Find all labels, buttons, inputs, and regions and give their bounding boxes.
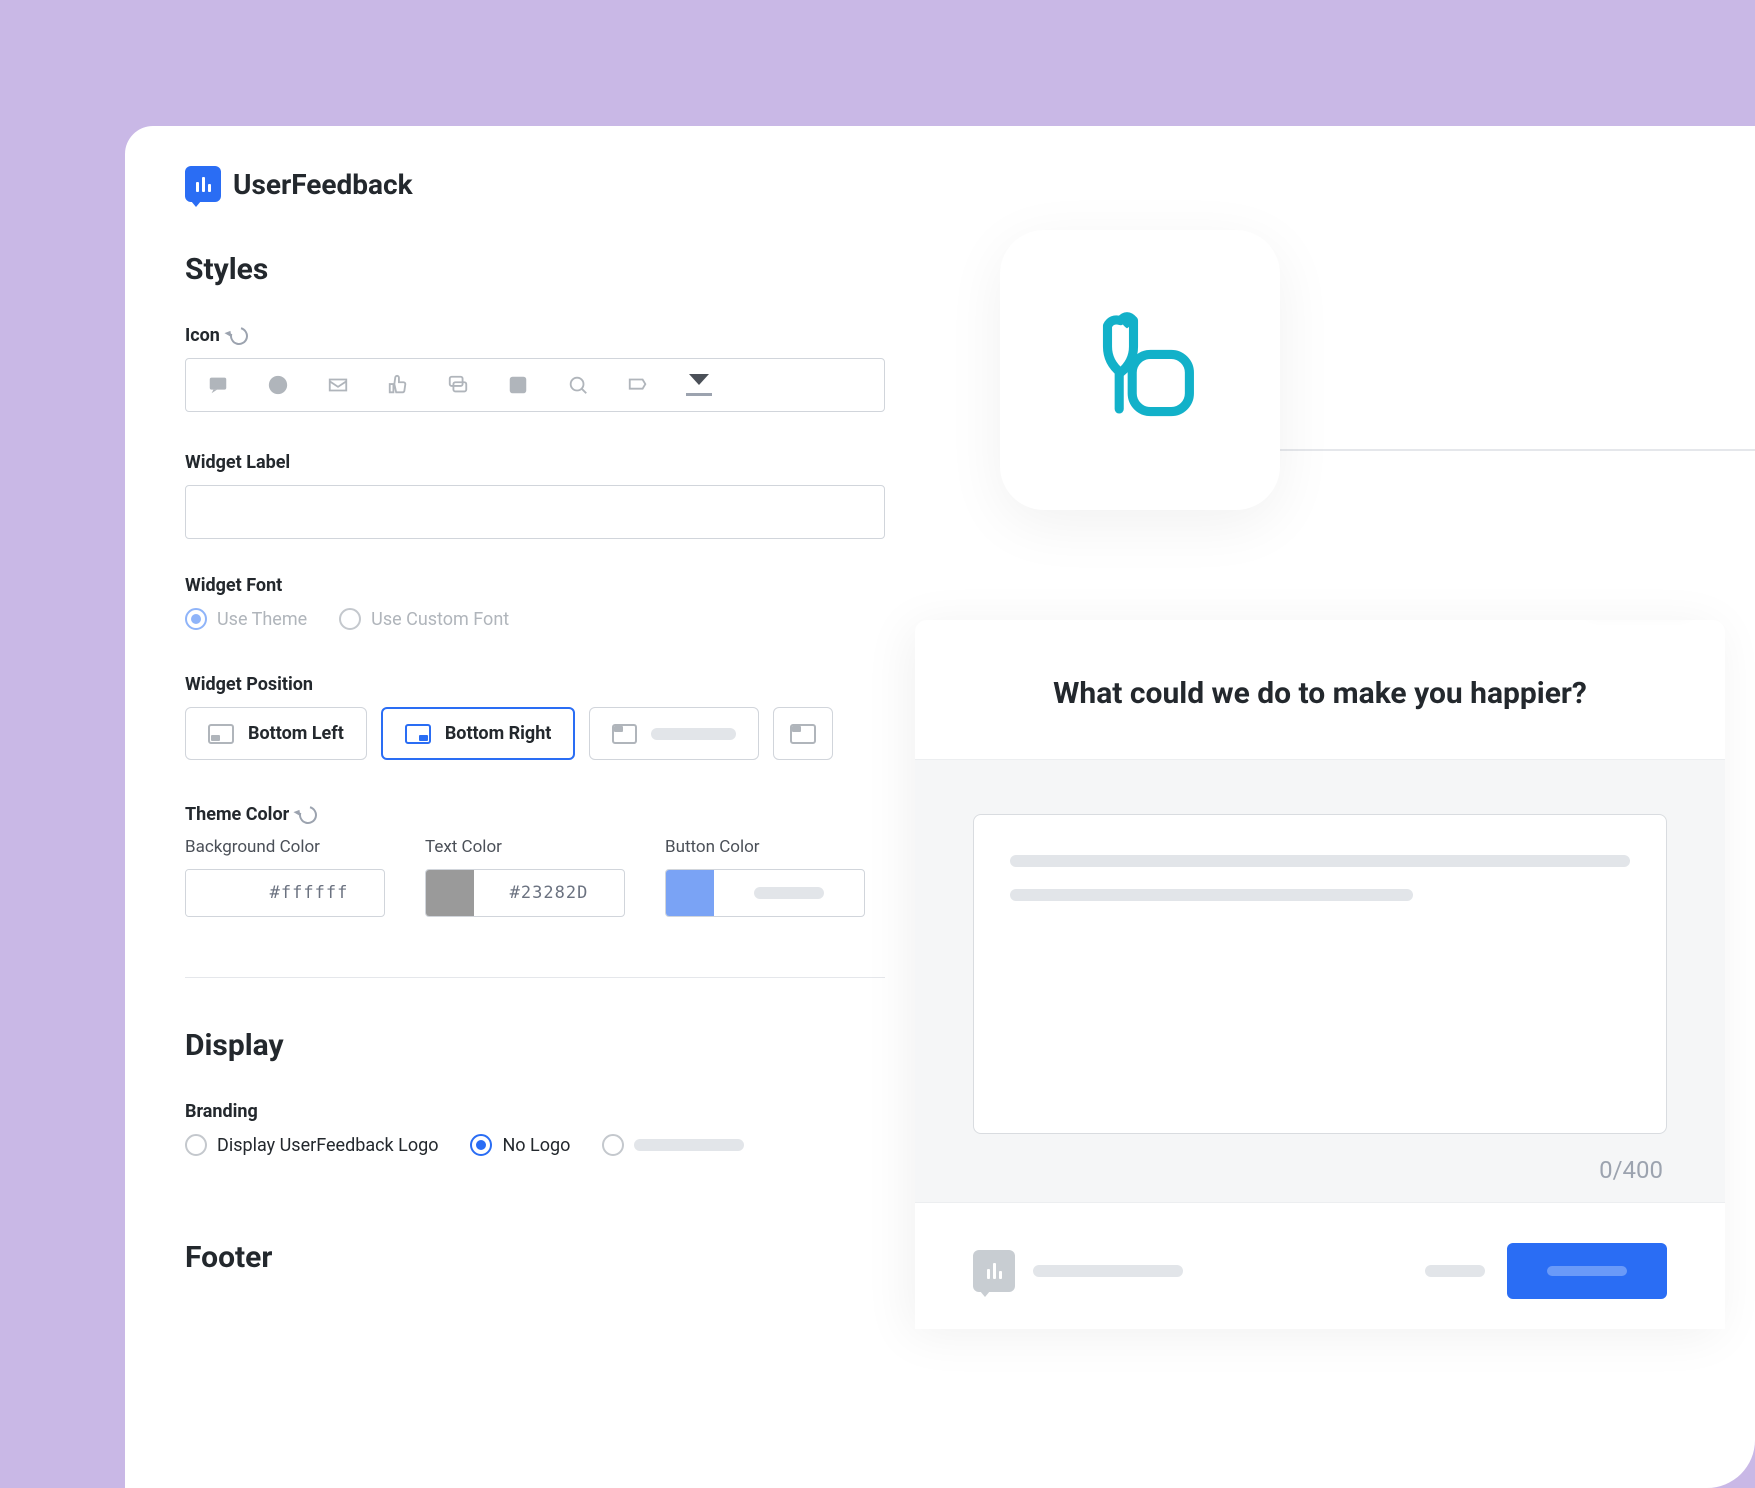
app-logo: UserFeedback <box>185 166 1695 202</box>
chat-bubble-icon[interactable] <box>206 373 230 397</box>
field-label-widget-font: Widget Font <box>185 575 1695 596</box>
smile-icon[interactable] <box>266 373 290 397</box>
font-option-custom[interactable]: Use Custom Font <box>339 608 509 630</box>
paintbrush-icon <box>1075 305 1205 435</box>
icon-picker[interactable] <box>185 358 885 412</box>
radio-icon <box>185 1134 207 1156</box>
color-swatch <box>666 870 714 916</box>
branding-option-more[interactable] <box>602 1134 744 1156</box>
star-badge-icon[interactable] <box>506 373 530 397</box>
section-divider <box>185 977 885 978</box>
preview-header: What could we do to make you happier? <box>915 620 1725 759</box>
radio-icon <box>185 608 207 630</box>
widget-label-input[interactable] <box>185 485 885 539</box>
position-bottom-right[interactable]: Bottom Right <box>381 707 576 760</box>
background-color-picker[interactable]: #ffffff <box>185 869 385 917</box>
field-label-icon: Icon <box>185 325 1695 346</box>
preview-body: 0/400 <box>915 759 1725 1202</box>
font-option-theme[interactable]: Use Theme <box>185 608 307 630</box>
position-option-more-1[interactable] <box>589 707 759 760</box>
icon-picker-more[interactable] <box>686 374 712 396</box>
radio-icon <box>602 1134 624 1156</box>
placeholder-text <box>1010 889 1413 901</box>
logo-icon <box>973 1250 1015 1292</box>
background-color-group: Background Color #ffffff <box>185 837 385 917</box>
preview-widget: What could we do to make you happier? 0/… <box>915 620 1725 1329</box>
placeholder-text <box>1033 1265 1183 1277</box>
placeholder-text <box>1010 855 1630 867</box>
position-option-more-2[interactable] <box>773 707 833 760</box>
preview-brand <box>973 1250 1183 1292</box>
placeholder-text <box>634 1139 744 1151</box>
radio-icon <box>339 608 361 630</box>
text-color-picker[interactable]: #23282D <box>425 869 625 917</box>
char-counter: 0/400 <box>973 1134 1667 1184</box>
preview-question: What could we do to make you happier? <box>959 676 1681 711</box>
button-color-group: Button Color <box>665 837 865 917</box>
radio-icon <box>470 1134 492 1156</box>
position-preview-icon <box>612 724 637 744</box>
placeholder-text <box>1547 1266 1627 1276</box>
preview-footer <box>915 1202 1725 1329</box>
position-preview-icon <box>405 724 431 744</box>
position-bottom-left[interactable]: Bottom Left <box>185 707 367 760</box>
reset-icon[interactable] <box>296 802 321 827</box>
logo-icon <box>185 166 221 202</box>
color-swatch <box>426 870 474 916</box>
placeholder-text <box>754 887 824 899</box>
logo-text: UserFeedback <box>233 168 413 201</box>
decorative-line <box>1205 350 1755 550</box>
position-preview-icon <box>208 724 234 744</box>
branding-show-logo[interactable]: Display UserFeedback Logo <box>185 1134 438 1156</box>
preview-textarea[interactable] <box>973 814 1667 1134</box>
chevron-down-icon <box>689 374 709 385</box>
thumbs-up-icon[interactable] <box>386 373 410 397</box>
style-illustration-card <box>1000 230 1280 510</box>
placeholder-text <box>1425 1265 1485 1277</box>
tag-icon[interactable] <box>626 373 650 397</box>
submit-button[interactable] <box>1507 1243 1667 1299</box>
branding-no-logo[interactable]: No Logo <box>470 1134 570 1156</box>
text-color-group: Text Color #23282D <box>425 837 625 917</box>
search-icon[interactable] <box>566 373 590 397</box>
mail-icon[interactable] <box>326 373 350 397</box>
comments-icon[interactable] <box>446 373 470 397</box>
placeholder-text <box>651 728 736 740</box>
position-preview-icon <box>790 724 816 744</box>
reset-icon[interactable] <box>227 323 252 348</box>
section-styles-title: Styles <box>185 252 1695 287</box>
button-color-picker[interactable] <box>665 869 865 917</box>
color-swatch <box>186 870 234 916</box>
page-background: UserFeedback Styles Icon <box>0 0 1755 1488</box>
